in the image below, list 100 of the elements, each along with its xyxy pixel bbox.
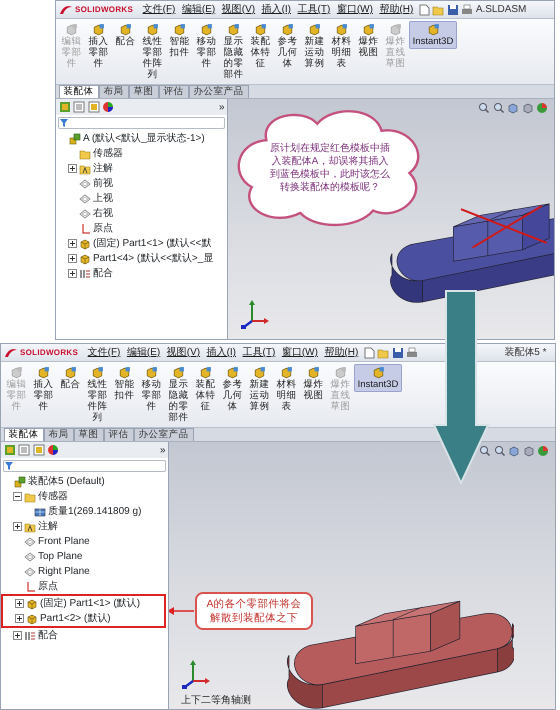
plus-box-icon[interactable] [68,254,77,263]
magnifier-icon[interactable] [494,445,506,457]
toolbar-button[interactable]: 材料明细表 [273,364,300,414]
menu-item[interactable]: 帮助(H) [322,345,360,360]
tab[interactable]: 布局 [98,85,128,98]
toolbar-button[interactable]: 新建运动算例 [246,364,273,414]
magnifier-icon[interactable] [492,102,504,114]
menu-item[interactable]: 视图(V) [164,345,202,360]
color-wheel-icon[interactable] [47,444,59,456]
toolbar-button[interactable]: 显示隐藏的零部件 [220,21,247,82]
toolbar-button[interactable]: 智能扣件 [166,21,193,60]
tree-item[interactable]: Part1<4> (默认<<默认>_显 [93,251,214,266]
cube-icon[interactable] [522,102,534,114]
tree-item[interactable]: Top Plane [38,549,82,564]
tab[interactable]: 装配体 [58,85,98,98]
toolbar-button[interactable]: 智能扣件 [111,364,138,403]
tree-item[interactable]: 前视 [93,176,113,191]
tree-item[interactable]: Front Plane [38,534,90,549]
toolbar-button[interactable]: 装配体特征 [247,21,274,71]
menu-item[interactable]: 编辑(E) [124,345,162,360]
document-icon[interactable] [418,4,430,16]
menu-item[interactable]: 工具(T) [296,2,332,17]
tab[interactable]: 评估 [104,428,134,441]
menu-item[interactable]: 插入(I) [204,345,238,360]
toolbar-button[interactable]: 移动零部件 [193,21,220,71]
tab[interactable]: 布局 [44,428,74,441]
tree-item[interactable]: 质量1(269.141809 g) [48,504,142,519]
plus-box-icon[interactable] [15,614,24,623]
menu-item[interactable]: 窗口(W) [334,2,375,17]
toolbar-button[interactable]: 线性零部件阵列 [139,21,166,82]
menu-item[interactable]: 插入(I) [260,2,294,17]
toolbar-button[interactable]: 装配体特征 [192,364,219,414]
floppy-icon[interactable] [392,346,404,358]
tree-item[interactable]: 上视 [93,191,113,206]
plus-box-icon[interactable] [68,269,77,278]
tree-item[interactable]: 注解 [93,161,113,176]
tree-item[interactable]: 原点 [93,221,113,236]
toolbar-button[interactable]: 插入零部件 [85,21,112,71]
tree-item[interactable]: A (默认<默认_显示状态-1>) [83,131,205,146]
tree-item[interactable]: (固定) Part1<1> (默认) [40,596,140,611]
tree-item[interactable]: 配合 [93,266,113,281]
tree-item[interactable]: 装配体5 (Default) [28,474,105,489]
toolbar-button[interactable]: 爆炸视图 [300,364,327,403]
magnifier-icon[interactable] [478,102,490,114]
plus-box-icon[interactable] [68,239,77,248]
toolbar-button[interactable]: 爆炸视图 [355,21,382,60]
tab[interactable]: 草图 [74,428,104,441]
menu-item[interactable]: 工具(T) [240,345,278,360]
printer-icon[interactable] [461,4,474,16]
toolbar-button[interactable]: 参考几何体 [274,21,301,71]
cube-icon[interactable] [522,445,534,457]
tab[interactable]: 评估 [158,85,188,98]
tree-item[interactable]: 传感器 [93,146,123,161]
configuration-icon[interactable] [88,101,100,113]
toolbar-button[interactable]: 插入零部件 [30,364,57,414]
minus-box-icon[interactable] [13,492,22,501]
tab[interactable]: 装配体 [4,428,44,441]
color-wheel-icon[interactable] [102,101,114,113]
menu-item[interactable]: 窗口(W) [280,345,320,360]
plus-box-icon[interactable] [68,164,77,173]
magnifier-icon[interactable] [479,445,491,457]
toolbar-button[interactable]: 新建运动算例 [301,21,328,71]
list-icon[interactable] [73,101,85,113]
toolbar-button[interactable]: 配合 [112,21,139,49]
toolbar-button[interactable]: 配合 [57,364,84,392]
tree-item[interactable]: 右视 [93,206,113,221]
collapse-panel-toggle[interactable]: » [218,100,224,114]
cube-icon[interactable] [508,445,520,457]
menu-item[interactable]: 视图(V) [220,2,258,17]
document-icon[interactable] [362,346,375,358]
configuration-icon[interactable] [32,444,44,456]
toolbar-button[interactable]: 线性零部件阵列 [84,364,111,425]
toolbar-button[interactable]: Instant3D [409,21,457,49]
sphere-icon[interactable] [536,102,548,114]
printer-icon[interactable] [406,346,418,358]
filter-field[interactable] [58,117,225,129]
cube-icon[interactable] [507,102,519,114]
tree-item[interactable]: 注解 [38,519,58,534]
collapse-panel-toggle[interactable]: » [160,442,166,458]
menu-item[interactable]: 文件(F) [86,345,122,360]
toolbar-button[interactable]: 材料明细表 [328,21,355,71]
filter-field[interactable] [3,460,166,472]
tab[interactable]: 草图 [128,85,158,98]
toolbar-button[interactable]: 移动零部件 [138,364,165,414]
tree-item[interactable]: Part1<2> (默认) [40,611,111,626]
list-icon[interactable] [18,444,30,456]
floppy-icon[interactable] [446,4,459,16]
tree-icon[interactable] [4,444,16,456]
menu-item[interactable]: 帮助(H) [377,2,416,17]
sphere-icon[interactable] [537,445,549,457]
tab[interactable]: 办公室产品 [188,85,248,98]
tree-item[interactable]: (固定) Part1<1> (默认<<默 [93,236,212,251]
plus-box-icon[interactable] [13,522,22,531]
menu-item[interactable]: 文件(F) [140,2,178,17]
toolbar-button[interactable]: 参考几何体 [219,364,246,414]
tree-item[interactable]: 配合 [38,628,58,643]
tree-icon[interactable] [58,101,70,113]
tab[interactable]: 办公室产品 [134,428,194,441]
toolbar-button[interactable]: 显示隐藏的零部件 [165,364,192,425]
tree-item[interactable]: Right Plane [38,564,90,579]
